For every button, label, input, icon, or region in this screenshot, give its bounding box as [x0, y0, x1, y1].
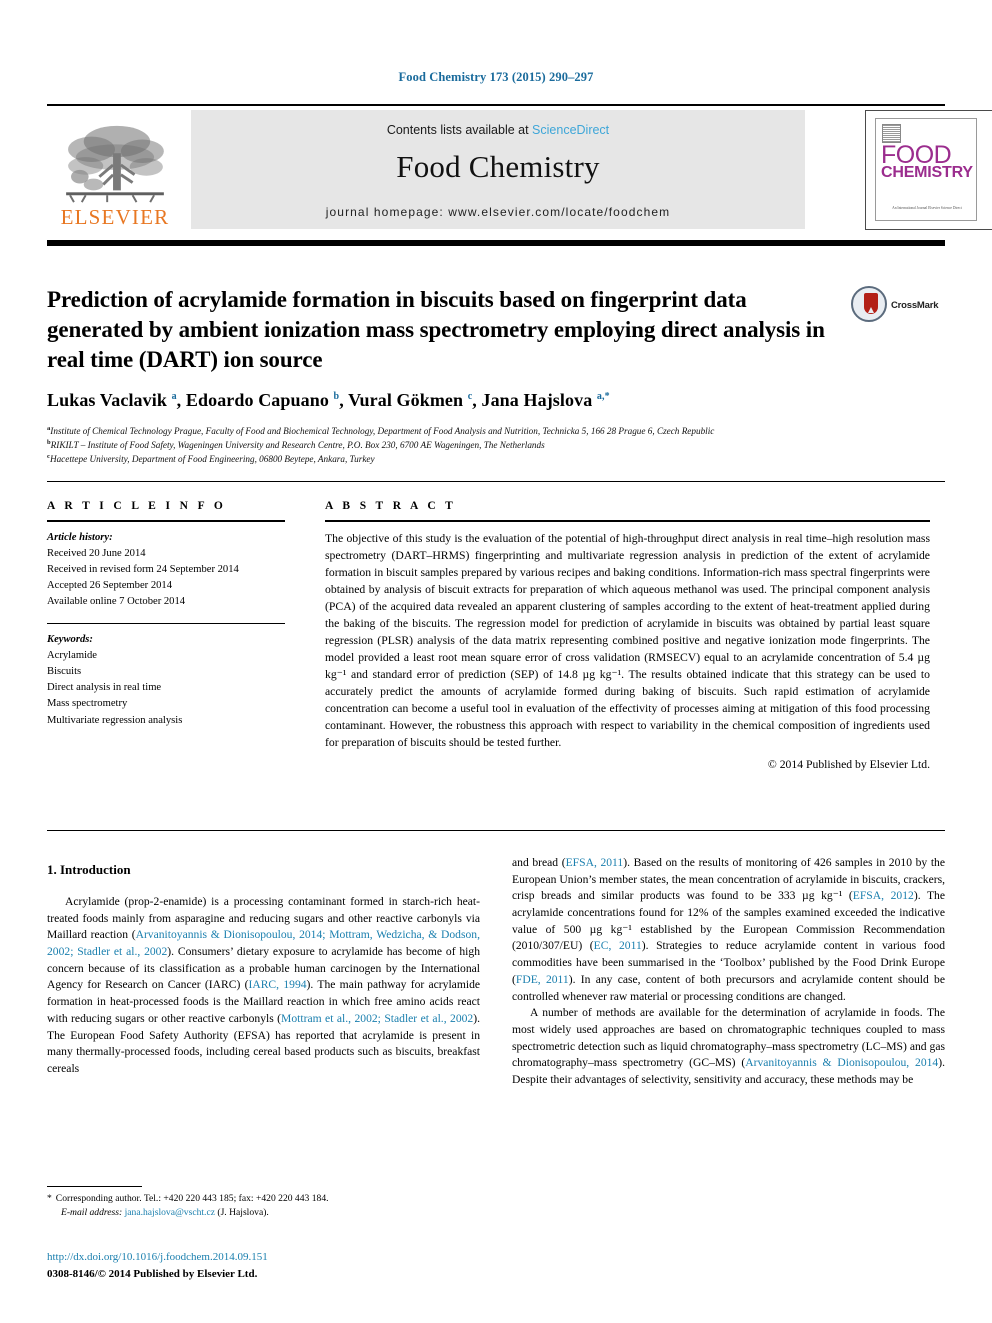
abstract-text: The objective of this study is the evalu…: [325, 532, 930, 750]
journal-homepage-link[interactable]: journal homepage: www.elsevier.com/locat…: [191, 205, 805, 219]
masthead-center-band: Contents lists available at ScienceDirec…: [191, 110, 805, 229]
journal-title: Food Chemistry: [396, 149, 600, 184]
elsevier-logo[interactable]: ELSEVIER: [47, 110, 183, 228]
section-title-introduction: 1. Introduction: [47, 862, 131, 877]
abstract-divider: [325, 520, 930, 522]
journal-masthead: ELSEVIER Contents lists available at Sci…: [47, 106, 992, 230]
citation-link[interactable]: EC, 2011: [594, 939, 642, 952]
citation-link[interactable]: FDE, 2011: [516, 973, 569, 986]
crossmark-badge[interactable]: CrossMark: [851, 286, 945, 330]
footnote-email-label: E-mail address:: [61, 1207, 123, 1219]
keyword-item: Direct analysis in real time: [47, 682, 162, 694]
keyword-item: Acrylamide: [47, 650, 98, 662]
doi-link[interactable]: http://dx.doi.org/10.1016/j.foodchem.201…: [47, 1251, 268, 1263]
affiliation-item: bRIKILT – Institute of Food Safety, Wage…: [47, 439, 545, 451]
body-text: ). In any case, content of both precurso…: [512, 972, 945, 1003]
affiliation-list: aInstitute of Chemical Technology Prague…: [47, 424, 937, 466]
author-list: Lukas Vaclavik a, Edoardo Capuano b, Vur…: [47, 390, 610, 410]
affiliation-item: cHacettepe University, Department of Foo…: [47, 453, 375, 465]
contents-available-line: Contents lists available at ScienceDirec…: [191, 123, 805, 137]
article-history-label: Article history:: [47, 532, 113, 543]
cover-footer-text: An International Journal Elsevier Scienc…: [892, 205, 962, 210]
sciencedirect-link[interactable]: ScienceDirect: [532, 123, 609, 137]
elsevier-wordmark: ELSEVIER: [60, 205, 170, 229]
body-paragraph: and bread (EFSA, 2011). Based on the res…: [512, 855, 945, 1005]
footnote-rule: [47, 1186, 142, 1187]
keywords-list: Acrylamide Biscuits Direct analysis in rea…: [47, 648, 285, 728]
running-head: Food Chemistry 173 (2015) 290–297: [398, 70, 594, 84]
footnote-email-suffix: (J. Hajslova).: [217, 1207, 269, 1219]
footnote-email-link[interactable]: jana.hajslova@vscht.cz: [125, 1207, 215, 1218]
article-history-item: Available online 7 October 2014: [47, 596, 186, 608]
citation-link[interactable]: IARC, 1994: [248, 978, 306, 991]
article-history-item: Accepted 26 September 2014: [47, 580, 173, 592]
elsevier-tree-icon: [66, 125, 164, 203]
article-info-divider: [47, 520, 285, 522]
citation-link[interactable]: EFSA, 2012: [853, 889, 914, 902]
article-history-item: Received in revised form 24 September 20…: [47, 563, 239, 575]
keywords-label: Keywords:: [47, 634, 93, 646]
article-info-column: A R T I C L E I N F O Article history: R…: [47, 500, 285, 729]
citation-link[interactable]: Mottram et al., 2002; Stadler et al., 20…: [281, 1012, 473, 1025]
keyword-item: Biscuits: [47, 666, 82, 678]
keyword-item: Multivariate regression analysis: [47, 714, 183, 726]
citation-link[interactable]: Arvanitoyannis & Dionisopoulou, 2014: [745, 1056, 938, 1069]
journal-cover-thumbnail[interactable]: FOOD CHEMISTRY An International Journal …: [865, 110, 992, 230]
body-column-right: and bread (EFSA, 2011). Based on the res…: [512, 855, 945, 1089]
abstract-copyright: © 2014 Published by Elsevier Ltd.: [767, 758, 930, 772]
footnote-corresponding-text: Corresponding author. Tel.: +420 220 443…: [55, 1193, 329, 1204]
affiliation-item: aInstitute of Chemical Technology Prague…: [47, 425, 715, 437]
contents-prefix: Contents lists available at: [386, 123, 533, 137]
page-title: Prediction of acrylamide formation in bi…: [47, 287, 825, 372]
keywords-divider: [47, 623, 285, 625]
body-paragraph: A number of methods are available for th…: [512, 1005, 945, 1088]
footnote-star: *: [47, 1193, 52, 1204]
body-text: and bread (: [512, 856, 566, 869]
article-history-item: Received 20 June 2014: [47, 547, 146, 559]
body-column-left: Acrylamide (prop-2-enamide) is a process…: [47, 894, 480, 1078]
citation-link[interactable]: EFSA, 2011: [566, 856, 624, 869]
cover-title-chemistry: CHEMISTRY: [881, 164, 973, 181]
keyword-item: Mass spectrometry: [47, 698, 128, 710]
article-history-list: Received 20 June 2014 Received in revised…: [47, 546, 285, 610]
abstract-column: A B S T R A C T The objective of this st…: [325, 500, 930, 771]
crossmark-icon: [851, 286, 887, 322]
article-page: Food Chemistry 173 (2015) 290–297 ELSEVI…: [0, 0, 992, 1323]
info-panel-bottom-rule: [47, 830, 945, 831]
article-info-heading: A R T I C L E I N F O: [47, 500, 227, 512]
crossmark-shield-icon: [864, 293, 878, 314]
cover-inner-frame: FOOD CHEMISTRY An International Journal …: [875, 118, 977, 221]
corresponding-author-footnote: * Corresponding author. Tel.: +420 220 44…: [47, 1192, 480, 1221]
masthead-bottom-rule: [47, 240, 945, 246]
body-paragraph: Acrylamide (prop-2-enamide) is a process…: [47, 894, 480, 1078]
issn-copyright-line: 0308-8146/© 2014 Published by Elsevier L…: [47, 1268, 258, 1280]
crossmark-label: CrossMark: [891, 300, 939, 311]
info-panel-top-rule: [47, 481, 945, 482]
abstract-heading: A B S T R A C T: [325, 500, 457, 512]
